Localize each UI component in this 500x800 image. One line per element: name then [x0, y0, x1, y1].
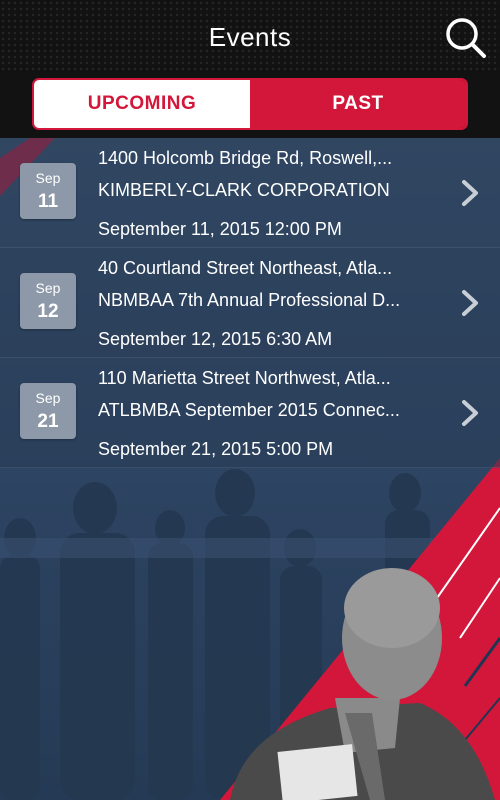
- date-day: 21: [37, 411, 59, 432]
- tab-upcoming[interactable]: UPCOMING: [34, 80, 250, 128]
- event-address: 110 Marietta Street Northwest, Atla...: [98, 368, 391, 388]
- event-name: NBMBAA 7th Annual Professional D...: [98, 290, 401, 310]
- event-name: ATLBMBA September 2015 Connec...: [98, 400, 400, 420]
- chevron-right-icon: [462, 290, 478, 316]
- date-day: 12: [37, 301, 59, 322]
- page-title: Events: [208, 22, 292, 52]
- search-button[interactable]: [440, 12, 490, 62]
- date-day: 11: [37, 191, 59, 212]
- chevron-right-icon: [462, 180, 478, 206]
- event-datetime: September 11, 2015 12:00 PM: [98, 219, 342, 239]
- date-badge: Sep 21: [20, 383, 76, 439]
- date-badge: Sep 12: [20, 273, 76, 329]
- date-badge: Sep 11: [20, 163, 76, 219]
- date-month: Sep: [35, 170, 61, 186]
- event-row[interactable]: Sep 11 1400 Holcomb Bridge Rd, Roswell,.…: [0, 138, 500, 248]
- search-icon: [446, 18, 486, 58]
- app-header: Events: [0, 0, 500, 72]
- date-month: Sep: [35, 280, 61, 296]
- event-name: KIMBERLY-CLARK CORPORATION: [98, 180, 390, 200]
- event-datetime: September 21, 2015 5:00 PM: [98, 439, 334, 459]
- chevron-right-icon: [462, 400, 478, 426]
- tab-past[interactable]: PAST: [250, 80, 466, 128]
- event-row[interactable]: Sep 12 40 Courtland Street Northeast, At…: [0, 248, 500, 358]
- event-tabs: UPCOMING PAST: [32, 78, 468, 130]
- event-address: 40 Courtland Street Northeast, Atla...: [98, 258, 393, 278]
- event-datetime: September 12, 2015 6:30 AM: [98, 329, 333, 349]
- event-address: 1400 Holcomb Bridge Rd, Roswell,...: [98, 148, 393, 168]
- date-month: Sep: [35, 390, 61, 406]
- event-row[interactable]: Sep 21 110 Marietta Street Northwest, At…: [0, 358, 500, 468]
- events-list: Sep 11 1400 Holcomb Bridge Rd, Roswell,.…: [0, 138, 500, 468]
